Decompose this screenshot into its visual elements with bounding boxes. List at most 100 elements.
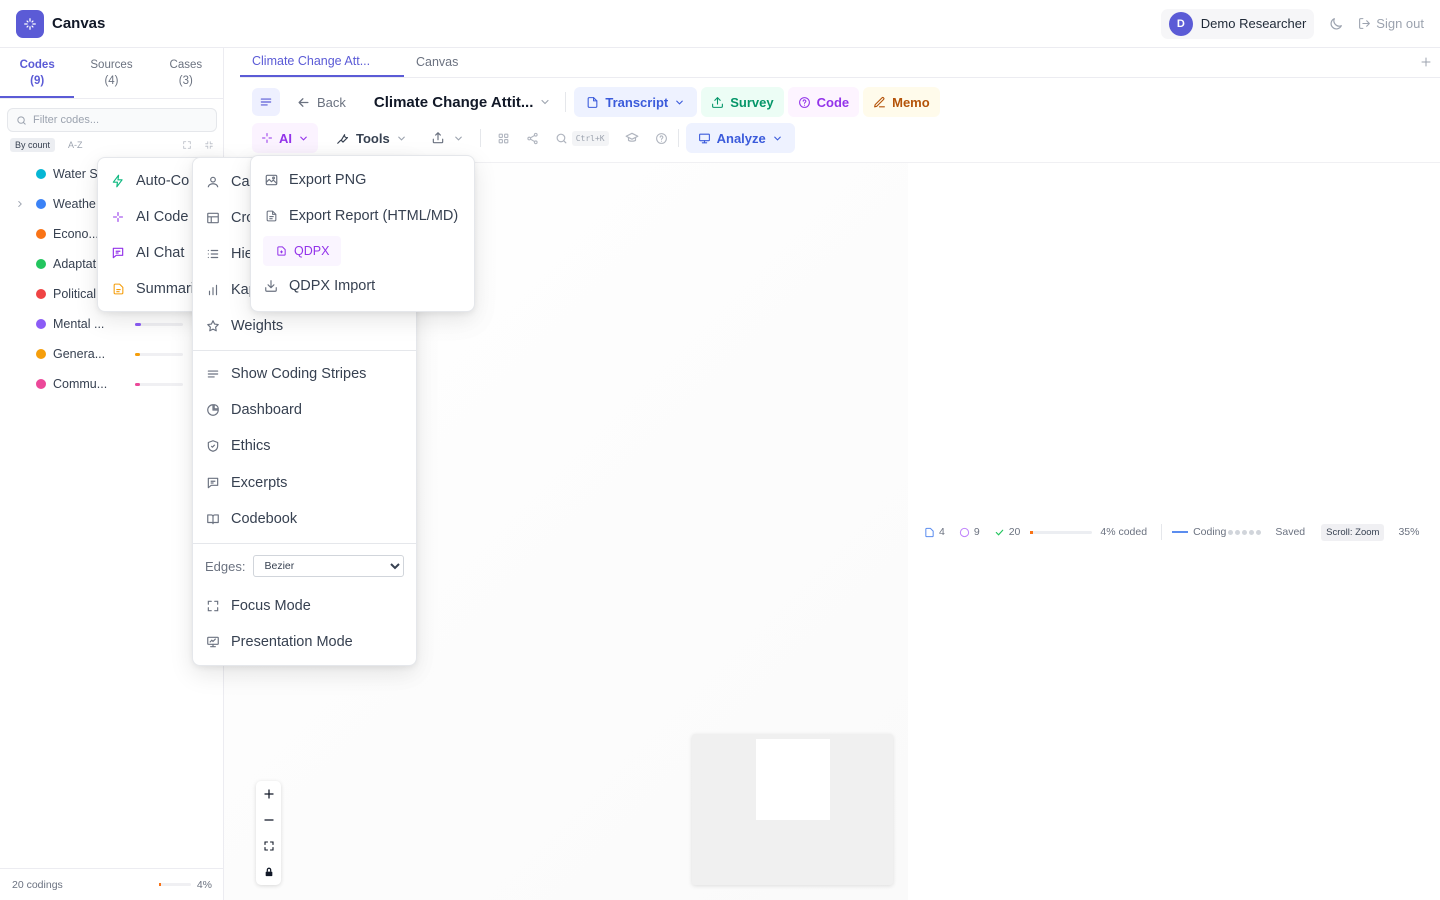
search-icon (16, 115, 27, 126)
code-row-7[interactable]: Commu... (0, 369, 224, 399)
graduation-cap-icon[interactable] (625, 131, 639, 145)
search-icon[interactable]: Ctrl+K (555, 130, 609, 146)
expand-all-icon[interactable] (182, 140, 192, 150)
tab-cases[interactable]: Cases (3) (149, 48, 223, 98)
maximize-icon (205, 599, 221, 613)
file-plus-icon (276, 245, 287, 257)
menu-item-qdpx-import[interactable]: QDPX Import (251, 268, 474, 304)
logout-icon (1358, 17, 1371, 30)
code-label: Code (816, 94, 850, 110)
toolbar-secondary: AI Tools Ctrl+K Analyze (252, 123, 795, 153)
star-icon (205, 319, 221, 333)
presentation-icon (205, 635, 221, 649)
survey-button[interactable]: Survey (701, 87, 784, 117)
export-menu-button[interactable] (431, 131, 464, 145)
toolbar-primary: Back Climate Change Attit... Transcript … (252, 87, 944, 117)
help-icon[interactable] (655, 132, 668, 145)
tab-climate-change[interactable]: Climate Change Att... (240, 47, 404, 77)
grid-icon[interactable] (497, 132, 510, 145)
menu-item-export-report[interactable]: Export Report (HTML/MD) (251, 198, 474, 234)
tools-menu-button[interactable]: Tools (336, 131, 407, 146)
code-color-dot (36, 379, 46, 389)
shield-icon (205, 439, 221, 453)
code-color-dot (36, 229, 46, 239)
share-upload-icon (431, 131, 445, 145)
code-bar (135, 382, 183, 386)
tab-cases-label: Cases (169, 59, 203, 71)
sparkle-icon (110, 211, 126, 223)
menu-item-weights[interactable]: Weights (193, 308, 416, 343)
app-header: Canvas D Demo Researcher Sign out (0, 0, 1440, 48)
back-button[interactable]: Back (296, 95, 346, 110)
menu-item-presentation-mode[interactable]: Presentation Mode (193, 624, 416, 659)
export-dropdown: Export PNG Export Report (HTML/MD) QDPX … (250, 155, 475, 312)
menu-item-qdpx[interactable]: QDPX (263, 236, 341, 266)
add-tab-icon[interactable] (1420, 47, 1432, 77)
user-menu[interactable]: D Demo Researcher (1160, 8, 1315, 39)
fit-view-icon[interactable] (256, 833, 281, 859)
sign-out-button[interactable]: Sign out (1358, 16, 1424, 31)
chevron-down-icon[interactable] (539, 96, 551, 108)
memo-button[interactable]: Memo (863, 87, 940, 117)
share-nodes-icon[interactable] (526, 132, 539, 145)
avatar: D (1168, 11, 1193, 36)
tab-codes-label: Codes (19, 59, 55, 71)
moon-icon[interactable] (1328, 16, 1344, 32)
code-bar (135, 322, 183, 326)
app-logo-icon[interactable] (16, 9, 44, 38)
code-row-5[interactable]: Mental ... (0, 309, 224, 339)
back-label: Back (317, 94, 346, 110)
menu-item-focus-mode[interactable]: Focus Mode (193, 588, 416, 624)
document-tabs: Climate Change Att... Canvas (240, 48, 1440, 78)
help-circle-icon (798, 96, 811, 109)
chevron-down-icon (396, 133, 407, 144)
tab-codes[interactable]: Codes (9) (0, 48, 75, 98)
chat-icon (110, 246, 126, 260)
tab-sources[interactable]: Sources (4) (74, 48, 148, 98)
code-name: Genera... (53, 347, 106, 361)
scroll-mode-badge[interactable]: Scroll: Zoom (1321, 523, 1385, 541)
search-shortcut: Ctrl+K (571, 130, 609, 146)
download-icon (263, 279, 279, 293)
chevron-right-icon[interactable] (15, 199, 29, 209)
sidebar-footer: 20 codings 4% (0, 868, 224, 900)
menu-item-coding-stripes[interactable]: Show Coding Stripes (193, 356, 416, 392)
sort-by-count-button[interactable]: By count (10, 138, 56, 152)
zoom-in-icon[interactable] (256, 781, 281, 807)
quote-icon (205, 476, 221, 490)
sort-az-button[interactable]: A-Z (63, 138, 88, 152)
code-row-6[interactable]: Genera... (0, 339, 224, 369)
analyze-label: Analyze (716, 130, 766, 146)
edges-label: Edges: (205, 558, 246, 574)
bolt-icon (110, 174, 126, 188)
coding-edge-legend (1172, 531, 1189, 533)
menu-item-export-png[interactable]: Export PNG (251, 162, 474, 198)
zoom-controls (256, 781, 281, 885)
transcript-button[interactable]: Transcript (574, 87, 698, 117)
menu-item-dashboard[interactable]: Dashboard (193, 392, 416, 428)
code-name: Commu... (53, 377, 108, 391)
sort-row: By count A-Z (10, 137, 214, 153)
document-title[interactable]: Climate Change Attit... (374, 94, 533, 111)
zoom-out-icon[interactable] (256, 807, 281, 833)
code-color-dot (36, 319, 46, 329)
edge-style-dots[interactable] (1228, 529, 1262, 535)
menu-item-excerpts[interactable]: Excerpts (193, 464, 416, 501)
menu-item-ethics[interactable]: Ethics (193, 428, 416, 464)
ai-menu-button[interactable]: AI (252, 123, 318, 153)
collapse-all-icon[interactable] (204, 140, 214, 150)
toggle-sidebar-button[interactable] (252, 88, 280, 116)
tab-canvas[interactable]: Canvas (404, 47, 470, 77)
minimap-viewport[interactable] (756, 739, 830, 820)
lock-icon[interactable] (256, 859, 281, 885)
menu-item-codebook[interactable]: Codebook (193, 501, 416, 536)
minimap[interactable] (692, 734, 893, 885)
code-color-dot (36, 169, 46, 179)
analyze-button[interactable]: Analyze (685, 123, 795, 153)
memo-label: Memo (892, 94, 930, 110)
edges-select[interactable]: Bezier (253, 555, 404, 577)
table-icon (205, 211, 221, 225)
filter-codes-input[interactable] (33, 114, 203, 126)
code-button[interactable]: Code (787, 87, 860, 117)
stripes-icon (205, 367, 221, 381)
